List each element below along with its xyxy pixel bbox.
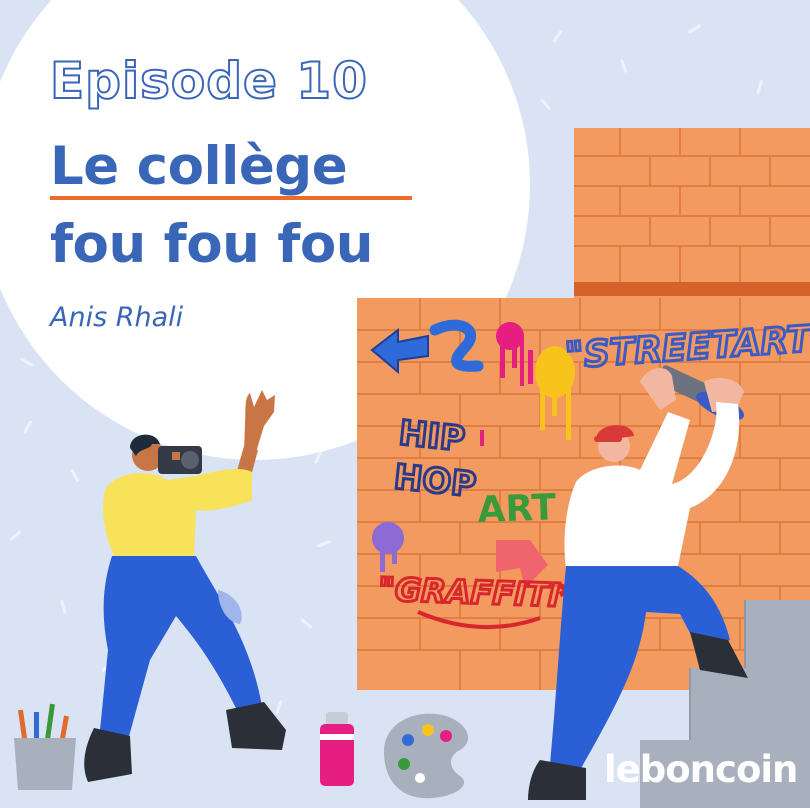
episode-title-line2: fou fou fou xyxy=(50,214,374,275)
paint-palette-icon xyxy=(384,713,469,799)
camera-icon xyxy=(158,446,202,474)
podcast-cover: "STREETART* HIP HOP ART "GRAFFITI* Episo… xyxy=(0,0,810,808)
paintbrush-cup-icon xyxy=(14,703,76,790)
tag-hop: HOP xyxy=(392,457,478,505)
tag-art: ART xyxy=(477,487,557,531)
brand-logo: leboncoin xyxy=(604,748,798,791)
spray-can-floor-icon xyxy=(320,712,354,786)
tag-graffiti: "GRAFFITI* xyxy=(378,570,578,615)
tag-hip: HIP xyxy=(397,413,467,460)
author-name: Anis Rhali xyxy=(50,302,184,333)
illustration: "STREETART* HIP HOP ART "GRAFFITI* xyxy=(0,0,810,808)
photographer xyxy=(84,390,286,782)
episode-number: Episode 10 xyxy=(49,51,368,111)
brick-wall-upper xyxy=(574,128,810,300)
title-underline xyxy=(50,196,412,200)
episode-title-line1: Le collège xyxy=(50,136,348,197)
